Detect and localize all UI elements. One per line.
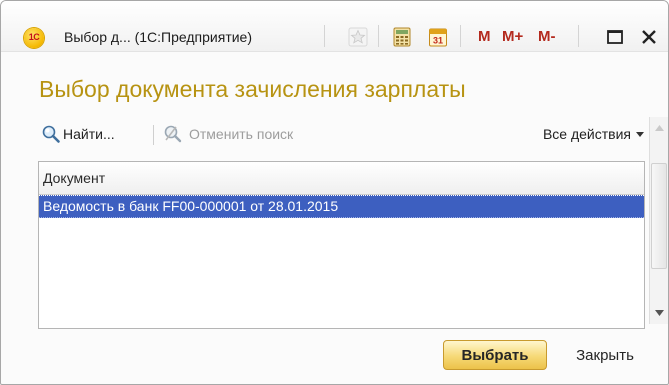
scrollbar-thumb[interactable] [651,163,667,269]
calendar-day-text: 31 [433,36,443,46]
window-title: Выбор д... (1С:Предприятие) [64,29,253,45]
favorites-star-icon[interactable] [348,27,368,47]
toolbar-separator [578,25,579,47]
cancel-search-label: Отменить поиск [189,126,294,142]
table-row[interactable]: Ведомость в банк FF00-000001 от 28.01.20… [39,195,644,218]
maximize-icon[interactable] [605,27,625,47]
documents-table[interactable]: Документ Ведомость в банк FF00-000001 от… [38,161,645,329]
search-icon [42,125,60,143]
toolbar-separator [324,25,325,47]
cancel-search-icon [164,125,182,143]
form-title: Выбор документа зачисления зарплаты [39,76,466,102]
vertical-scrollbar[interactable] [649,117,669,324]
title-bar: 1С Выбор д... (1С:Предприятие) 31 M M+ M… [1,1,668,52]
scroll-down-icon[interactable] [650,302,669,324]
find-button-label: Найти... [63,126,115,142]
table-cell-document: Ведомость в банк FF00-000001 от 28.01.20… [43,198,339,214]
memory-plus-button[interactable]: M+ [502,27,523,47]
calendar-icon[interactable]: 31 [428,27,448,47]
column-header-document[interactable]: Документ [39,162,644,195]
chevron-down-icon [636,131,644,137]
memory-button[interactable]: M [478,27,491,47]
column-header-label: Документ [43,170,106,186]
memory-minus-button[interactable]: M- [538,27,556,47]
all-actions-menu[interactable]: Все действия [543,123,644,145]
close-button[interactable]: Закрыть [558,340,652,370]
cancel-search-button[interactable]: Отменить поиск [163,123,293,145]
calculator-icon[interactable] [392,27,412,47]
command-bar: Найти... Отменить поиск Все действия [39,123,644,147]
scroll-up-icon[interactable] [650,117,669,139]
command-separator [153,125,154,145]
find-button[interactable]: Найти... [41,123,115,145]
app-logo-icon[interactable]: 1С [24,28,44,48]
app-window: 1С Выбор д... (1С:Предприятие) 31 M M+ M… [0,0,669,385]
all-actions-label: Все действия [542,126,631,142]
close-icon[interactable] [639,27,659,47]
toolbar-separator [460,25,461,47]
select-button[interactable]: Выбрать [443,340,547,370]
app-logo-text: 1С [28,32,40,42]
toolbar-separator [378,25,379,47]
